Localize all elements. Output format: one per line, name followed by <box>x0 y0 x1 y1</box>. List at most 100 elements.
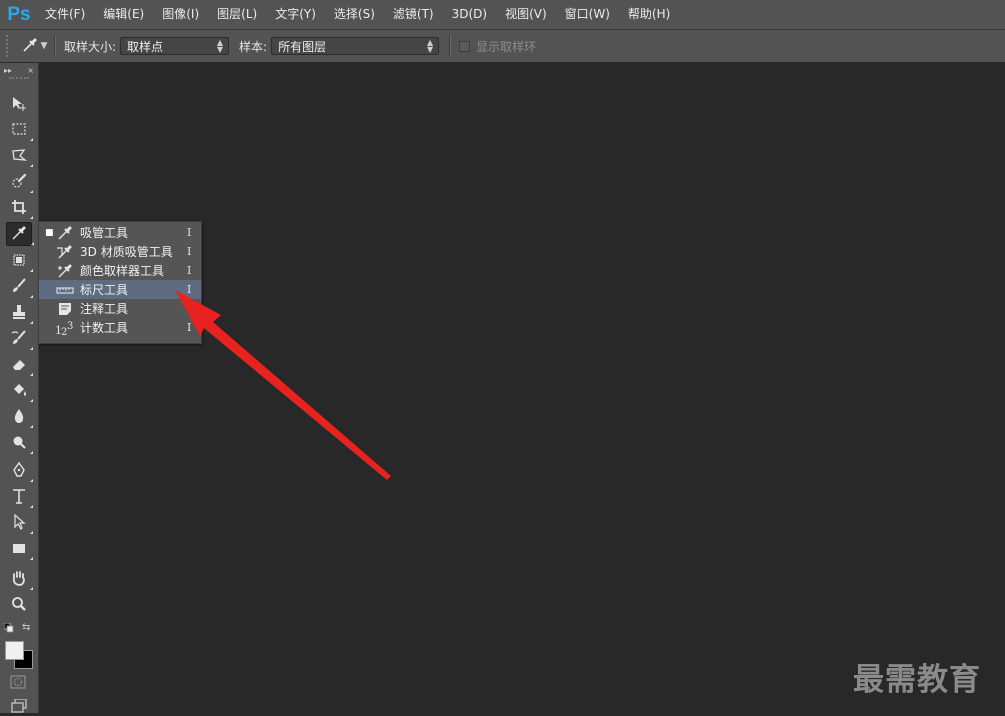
tool-preset-picker[interactable]: ▼ <box>22 34 48 58</box>
sample-select[interactable]: 所有图层 ▲ ▼ <box>271 37 440 55</box>
submenu-indicator <box>30 295 33 298</box>
menu-help[interactable]: 帮助(H) <box>619 0 679 29</box>
brush-icon <box>10 277 28 298</box>
options-bar: ▼ 取样大小: 取样点 ▲ ▼ 样本: 所有图层 ▲ ▼ 显示取样环 <box>0 30 1005 63</box>
flyout-item-label: 注释工具 <box>80 302 129 316</box>
flyout-item-label: 颜色取样器工具 <box>80 264 165 278</box>
eraser-tool[interactable] <box>8 354 33 376</box>
flyout-item-color-sampler[interactable]: 颜色取样器工具 I <box>39 261 201 280</box>
history-brush-tool[interactable] <box>8 328 33 350</box>
collapse-icon[interactable]: ▸▸ <box>4 66 12 75</box>
menu-view[interactable]: 视图(V) <box>496 0 556 29</box>
zoom-tool[interactable] <box>8 594 30 616</box>
rectangle-tool[interactable] <box>8 538 33 560</box>
tools-panel-header: ▸▸ × <box>0 63 38 77</box>
quick-select-tool[interactable] <box>8 171 33 193</box>
submenu-indicator <box>30 451 33 454</box>
swap-colors-icon[interactable]: ⇆ <box>22 622 30 633</box>
options-grip[interactable] <box>6 35 14 57</box>
healing-tool[interactable] <box>8 250 33 272</box>
shortcut-key: I <box>187 226 192 239</box>
flyout-item-count[interactable]: 123 计数工具 I <box>39 318 201 337</box>
pen-icon <box>10 461 28 482</box>
submenu-indicator <box>30 373 33 376</box>
menu-image[interactable]: 图像(I) <box>153 0 208 29</box>
options-divider <box>449 35 452 57</box>
svg-text:3: 3 <box>67 321 73 332</box>
healing-icon <box>10 251 28 272</box>
history-brush-icon <box>10 329 28 350</box>
selected-bullet: ■ <box>45 227 54 238</box>
submenu-indicator <box>30 531 33 534</box>
flyout-item-label: 标尺工具 <box>80 283 129 297</box>
screen-mode-icon[interactable] <box>11 698 27 716</box>
menu-select[interactable]: 选择(S) <box>325 0 384 29</box>
sample-size-label: 取样大小: <box>64 39 117 54</box>
submenu-indicator <box>30 138 33 141</box>
move-tool[interactable] <box>8 93 30 115</box>
flyout-item-3d-eyedropper[interactable]: 3D 材质吸管工具 I <box>39 242 201 261</box>
path-select-icon <box>10 513 28 534</box>
hand-tool[interactable] <box>8 568 33 590</box>
sample-size-select[interactable]: 取样点 ▲ ▼ <box>120 37 230 55</box>
submenu-indicator <box>30 164 33 167</box>
chevron-down-icon: ▼ <box>40 41 48 51</box>
updown-arrows-icon: ▲ ▼ <box>216 38 224 54</box>
menu-type[interactable]: 文字(Y) <box>266 0 325 29</box>
submenu-indicator <box>30 347 33 350</box>
submenu-indicator <box>30 216 33 219</box>
path-select-tool[interactable] <box>8 512 33 534</box>
shortcut-key: I <box>187 245 192 258</box>
sample-label: 样本: <box>239 39 268 54</box>
show-ring-checkbox[interactable] <box>459 40 471 52</box>
tools-panel-grip[interactable] <box>9 77 29 85</box>
flyout-item-note[interactable]: 注释工具 I <box>39 299 201 318</box>
pen-tool[interactable] <box>8 460 33 482</box>
flyout-item-label: 计数工具 <box>80 321 129 335</box>
document-workspace[interactable] <box>39 63 1005 713</box>
eyedropper-tool[interactable] <box>6 222 34 246</box>
type-icon <box>10 487 28 508</box>
updown-arrows-icon: ▲ ▼ <box>426 38 434 54</box>
show-ring-label: 显示取样环 <box>476 39 537 54</box>
stamp-tool[interactable] <box>8 302 33 324</box>
paint-bucket-tool[interactable] <box>8 380 33 402</box>
shortcut-key: I <box>187 302 192 315</box>
quick-mask-icon[interactable] <box>10 675 26 692</box>
dodge-tool[interactable] <box>8 432 33 454</box>
menu-filter[interactable]: 滤镜(T) <box>384 0 443 29</box>
flyout-item-ruler[interactable]: 标尺工具 I <box>39 280 201 299</box>
color-sampler-icon <box>55 263 75 279</box>
menu-bar: Ps 文件(F) 编辑(E) 图像(I) 图层(L) 文字(Y) 选择(S) 滤… <box>0 0 1005 30</box>
menu-file[interactable]: 文件(F) <box>36 0 94 29</box>
flyout-item-eyedropper[interactable]: ■ 吸管工具 I <box>39 223 201 242</box>
menu-edit[interactable]: 编辑(E) <box>94 0 153 29</box>
brush-tool[interactable] <box>8 276 33 298</box>
ruler-icon <box>55 282 75 298</box>
shortcut-key: I <box>187 321 192 334</box>
shortcut-key: I <box>187 264 192 277</box>
lasso-tool[interactable] <box>8 145 33 167</box>
move-icon <box>10 94 28 115</box>
blur-tool[interactable] <box>8 406 33 428</box>
menu-window[interactable]: 窗口(W) <box>556 0 619 29</box>
type-tool[interactable] <box>8 486 33 508</box>
default-colors-icon[interactable] <box>3 622 14 636</box>
zoom-icon <box>10 595 28 616</box>
3d-eyedropper-icon <box>55 244 75 260</box>
submenu-indicator <box>30 505 33 508</box>
stamp-icon <box>10 303 28 324</box>
tools-panel: ▸▸ × ⇆ <box>0 63 39 713</box>
foreground-color-swatch[interactable] <box>5 641 24 660</box>
quick-select-icon <box>10 172 28 193</box>
close-icon[interactable]: × <box>27 66 34 75</box>
options-divider <box>54 35 56 57</box>
menu-layer[interactable]: 图层(L) <box>208 0 266 29</box>
eyedropper-icon <box>55 225 75 241</box>
crop-tool[interactable] <box>8 197 33 219</box>
menu-3d[interactable]: 3D(D) <box>443 0 496 29</box>
submenu-indicator <box>30 399 33 402</box>
submenu-indicator <box>30 557 33 560</box>
marquee-tool[interactable] <box>8 119 33 141</box>
submenu-indicator <box>30 425 33 428</box>
